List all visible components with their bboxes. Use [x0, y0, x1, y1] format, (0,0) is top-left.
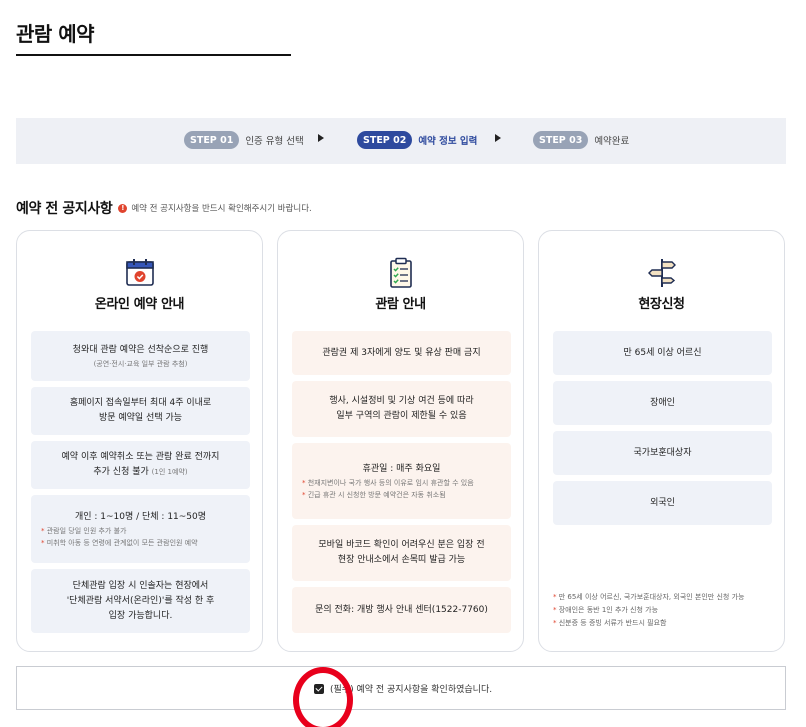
viewing-guide-card: 관람 안내 관람권 제 3자에게 양도 및 유상 판매 금지 행사, 시설정비 … [277, 230, 524, 652]
onsite-item-2: 장애인 [650, 397, 675, 408]
onsite-item-4: 외국인 [650, 497, 675, 508]
page-title: 관람 예약 [16, 22, 95, 46]
step-3: STEP 03 예약완료 [533, 131, 629, 149]
step-3-label: 예약완료 [594, 136, 630, 147]
viewing-box-2-line-2: 일부 구역의 관람이 제한될 수 있음 [336, 411, 467, 421]
onsite-note-2-text: 장애인은 동반 1인 추가 신청 가능 [558, 606, 659, 614]
onsite-card-title: 현장신청 [638, 297, 685, 312]
online-info-box-4: 개인 : 1~10명 / 단체 : 11~50명 * 관람일 당일 인원 추가 … [31, 495, 250, 563]
online-box-1-text: 청와대 관람 예약은 선착순으로 진행 [72, 344, 209, 355]
onsite-note-2: * 장애인은 동반 1인 추가 신청 가능 [553, 606, 659, 614]
onsite-item-box-2: 장애인 [553, 381, 772, 425]
viewing-box-5-text: 문의 전화: 개방 행사 안내 센터(1522-7760) [315, 604, 488, 615]
online-box-1-subtext: (공연·전시·교육 일부 관람 추첨) [93, 359, 188, 368]
onsite-item-3: 국가보훈대상자 [633, 447, 692, 458]
online-box-3-line-2: 추가 신청 불가 (1인 1예약) [93, 465, 187, 480]
step-1-label: 인증 유형 선택 [245, 136, 304, 147]
notice-subtitle: 예약 전 공지사항을 반드시 확인해주시기 바랍니다. [131, 204, 312, 214]
onsite-item-1: 만 65세 이상 어르신 [623, 347, 702, 358]
step-indicator: STEP 01 인증 유형 선택 STEP 02 예약 정보 입력 STEP 0… [16, 118, 786, 164]
viewing-info-box-3: 휴관일 : 매주 화요일 * 천재지변이나 국가 행사 등의 이유로 임시 휴관… [292, 443, 511, 519]
agreement-box: (필수) 예약 전 공지사항을 확인하였습니다. [16, 666, 786, 710]
step-1-badge: STEP 01 [184, 131, 240, 149]
onsite-item-box-3: 국가보훈대상자 [553, 431, 772, 475]
online-box-2-line-2: 방문 예약일 선택 가능 [98, 413, 183, 423]
online-box-4-text: 개인 : 1~10명 / 단체 : 11~50명 [74, 511, 207, 522]
step-2: STEP 02 예약 정보 입력 [357, 131, 477, 149]
viewing-info-box-1: 관람권 제 3자에게 양도 및 유상 판매 금지 [292, 331, 511, 375]
notice-heading: 예약 전 공지사항 ! 예약 전 공지사항을 반드시 확인해주시기 바랍니다. [16, 198, 312, 218]
onsite-note-1-text: 만 65세 이상 어르신, 국가보훈대상자, 외국인 본인만 신청 가능 [558, 593, 745, 601]
calendar-check-icon [125, 259, 154, 286]
online-box-4-note-1: * 관람일 당일 인원 추가 불가 [41, 526, 127, 535]
step-2-label: 예약 정보 입력 [418, 136, 478, 147]
online-info-box-1: 청와대 관람 예약은 선착순으로 진행 (공연·전시·교육 일부 관람 추첨) [31, 331, 250, 381]
online-info-box-5: 단체관람 입장 시 인솔자는 현장에서 '단체관람 서약서(온라인)'를 작성 … [31, 569, 250, 633]
viewing-info-box-5: 문의 전화: 개방 행사 안내 센터(1522-7760) [292, 587, 511, 633]
viewing-box-1-text: 관람권 제 3자에게 양도 및 유상 판매 금지 [322, 347, 481, 358]
viewing-info-box-4: 모바일 바코드 확인이 어려우신 분은 입장 전 현장 안내소에서 손목띠 발급… [292, 525, 511, 581]
online-info-box-2: 홈페이지 접속일부터 최대 4주 이내로 방문 예약일 선택 가능 [31, 387, 250, 435]
onsite-item-box-1: 만 65세 이상 어르신 [553, 331, 772, 375]
viewing-info-box-2: 행사, 시설정비 및 기상 여건 등에 따라 일부 구역의 관람이 제한될 수 … [292, 381, 511, 437]
onsite-application-card: 현장신청 만 65세 이상 어르신 장애인 국가보훈대상자 외국인 * 만 65… [538, 230, 785, 652]
signpost-icon [647, 259, 676, 287]
viewing-box-3-note-1-text: 천재지변이나 국가 행사 등의 이유로 임시 휴관할 수 있음 [307, 478, 474, 487]
onsite-note-3: * 신분증 등 증빙 서류가 반드시 필요함 [553, 619, 667, 627]
onsite-item-box-4: 외국인 [553, 481, 772, 525]
step-3-badge: STEP 03 [533, 131, 589, 149]
online-box-4-note-2-text: 미취학 아동 등 연령에 관계없이 모든 관람인원 예약 [46, 538, 198, 547]
viewing-box-4-line-2: 현장 안내소에서 손목띠 발급 가능 [337, 555, 466, 565]
viewing-box-3-note-2-text: 긴급 휴관 시 신청한 방문 예약건은 자동 취소됨 [307, 490, 446, 499]
onsite-note-3-text: 신분증 등 증빙 서류가 반드시 필요함 [558, 619, 667, 627]
title-underline [16, 54, 291, 56]
step-1: STEP 01 인증 유형 선택 [184, 131, 304, 149]
viewing-box-3-text: 휴관일 : 매주 화요일 [362, 463, 441, 474]
online-box-5-line-1: 단체관람 입장 시 인솔자는 현장에서 [72, 580, 209, 591]
online-box-5-line-2: '단체관람 서약서(온라인)'를 작성 한 후 [66, 595, 215, 606]
notice-title: 예약 전 공지사항 [16, 201, 113, 217]
viewing-box-4-line-1: 모바일 바코드 확인이 어려우신 분은 입장 전 [318, 540, 485, 550]
step-2-badge: STEP 02 [357, 131, 413, 149]
viewing-box-2-line-1: 행사, 시설정비 및 기상 여건 등에 따라 [329, 396, 474, 406]
online-box-4-note-2: * 미취학 아동 등 연령에 관계없이 모든 관람인원 예약 [41, 538, 198, 547]
viewing-box-3-note-2: * 긴급 휴관 시 신청한 방문 예약건은 자동 취소됨 [302, 490, 446, 499]
step-arrow-icon [318, 134, 324, 142]
highlight-circle-annotation [293, 667, 353, 727]
online-box-2-line-1: 홈페이지 접속일부터 최대 4주 이내로 [69, 398, 212, 408]
step-arrow-icon [495, 134, 501, 142]
clipboard-checklist-icon [389, 257, 412, 288]
online-reservation-card: 온라인 예약 안내 청와대 관람 예약은 선착순으로 진행 (공연·전시·교육 … [16, 230, 263, 652]
online-box-5-line-3: 입장 가능합니다. [108, 610, 173, 621]
online-card-title: 온라인 예약 안내 [94, 297, 185, 312]
onsite-notes: * 만 65세 이상 어르신, 국가보훈대상자, 외국인 본인만 신청 가능 *… [553, 591, 744, 630]
online-box-3-emphasis: 추가 신청 불가 [93, 467, 149, 477]
online-box-4-note-1-text: 관람일 당일 인원 추가 불가 [46, 526, 127, 535]
viewing-box-3-note-1: * 천재지변이나 국가 행사 등의 이유로 임시 휴관할 수 있음 [302, 478, 474, 487]
alert-icon: ! [118, 203, 128, 213]
online-box-3-line-1: 예약 이후 예약취소 또는 관람 완료 전까지 [61, 452, 220, 462]
online-info-box-3: 예약 이후 예약취소 또는 관람 완료 전까지 추가 신청 불가 (1인 1예약… [31, 441, 250, 489]
onsite-note-1: * 만 65세 이상 어르신, 국가보훈대상자, 외국인 본인만 신청 가능 [553, 593, 745, 601]
online-box-3-suffix: (1인 1예약) [151, 468, 188, 476]
viewing-card-title: 관람 안내 [375, 297, 426, 312]
agree-label[interactable]: (필수) 예약 전 공지사항을 확인하였습니다. [330, 682, 492, 695]
